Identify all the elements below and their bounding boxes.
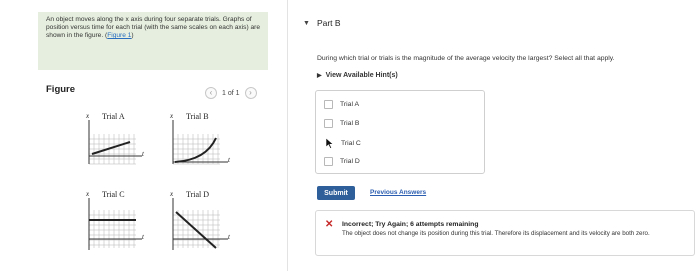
choice-label: Trial C [341,140,361,147]
submit-button[interactable]: Submit [317,186,355,200]
caret-right-icon: ▶ [317,73,322,79]
question-text: During which trial or trials is the magn… [317,55,615,62]
trial-a-t-label: t [142,150,144,158]
chevron-left-icon: ‹ [209,88,213,97]
choice-label: Trial B [340,120,360,127]
feedback-title: Incorrect; Try Again; 6 attempts remaini… [342,221,479,228]
trial-d-x-label: x [170,190,174,198]
incorrect-x-icon: ✕ [325,219,334,230]
checkbox-trial-d[interactable] [324,157,333,166]
figure-heading: Figure [46,84,76,95]
trial-c-x-label: x [86,190,90,198]
part-b-title: Part B [316,18,341,28]
chevron-right-icon: › [249,88,252,97]
checkbox-trial-a[interactable] [324,100,333,109]
trial-d-graph: Trial D x t [168,190,240,252]
answer-choices: Trial A Trial B Trial C Trial D [315,90,485,174]
feedback-box: ✕ Incorrect; Try Again; 6 attempts remai… [315,210,695,256]
trial-b-t-label: t [228,156,230,164]
trial-b-x-label: x [170,112,174,120]
problem-text-end: ) [131,32,134,39]
view-hints-toggle[interactable]: ▶ View Available Hint(s) [317,72,398,79]
trial-c-plot [88,198,142,250]
pager-count: 1 of 1 [222,89,240,97]
panel-divider [287,0,288,271]
trial-c-t-label: t [142,233,144,241]
choice-trial-b[interactable]: Trial B [324,119,359,128]
problem-text: An object moves along the x axis during … [46,16,261,39]
next-figure-button[interactable]: › [244,87,257,99]
trial-d-t-label: t [228,233,230,241]
trial-a-plot [88,120,142,165]
trial-a-x-label: x [86,112,90,120]
trial-b-graph: Trial B x t [168,112,240,172]
mouse-cursor-icon [325,138,334,149]
previous-answers-link[interactable]: Previous Answers [370,189,426,196]
previous-figure-button[interactable]: ‹ [205,87,217,99]
feedback-text: The object does not change its position … [342,230,650,237]
trial-d-plot [172,198,228,250]
hints-label: View Available Hint(s) [325,72,398,79]
part-b-header[interactable]: ▼ Part B [303,18,341,28]
choice-label: Trial D [340,158,360,165]
caret-down-icon: ▼ [303,19,310,27]
choice-trial-a[interactable]: Trial A [324,100,359,109]
figure-pager: ‹ 1 of 1 › [205,86,257,100]
checkbox-trial-b[interactable] [324,119,333,128]
choice-trial-c[interactable]: Trial C [324,138,361,149]
problem-statement: An object moves along the x axis during … [38,12,268,70]
figure-link[interactable]: Figure 1 [107,32,131,39]
choice-label: Trial A [340,101,360,108]
trial-c-graph: Trial C x t [84,190,154,252]
trial-a-graph: Trial A x t [84,112,154,172]
choice-trial-d[interactable]: Trial D [324,157,360,166]
